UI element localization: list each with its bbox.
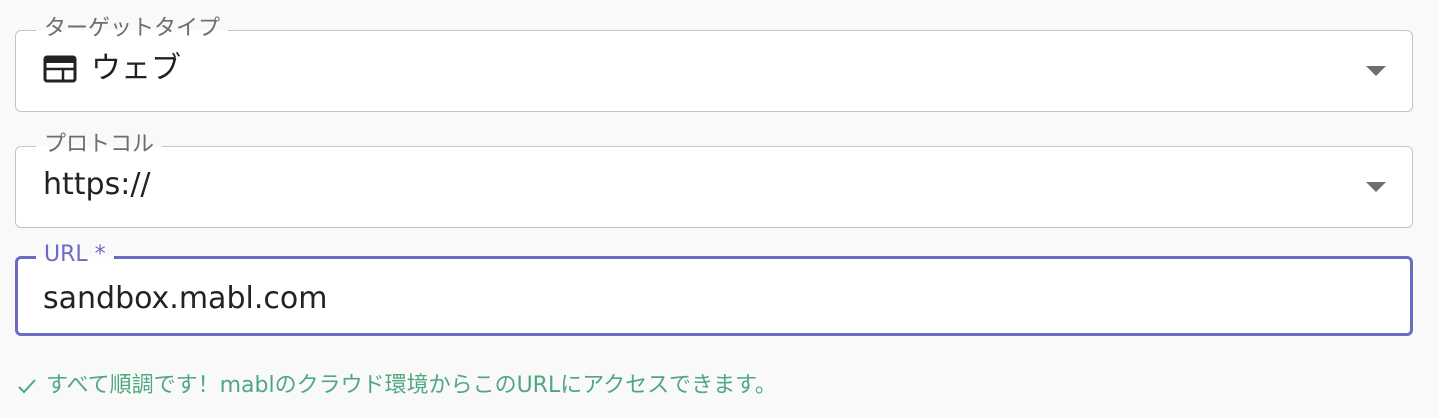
url-status-text: すべて順調です！mablのクラウド環境からこのURLにアクセスできます。: [46, 373, 777, 398]
check-icon: [18, 379, 36, 394]
dropdown-arrow-icon[interactable]: [1366, 66, 1386, 76]
target-type-value-container: ウェブ: [43, 49, 181, 89]
url-value[interactable]: sandbox.mabl.com: [43, 279, 327, 319]
protocol-select[interactable]: プロトコル https://: [15, 131, 1413, 228]
url-status-message: すべて順調です！mablのクラウド環境からこのURLにアクセスできます。: [16, 370, 777, 402]
web-icon: [43, 55, 77, 83]
protocol-value: https://: [43, 167, 151, 202]
url-input[interactable]: URL * sandbox.mabl.com: [15, 241, 1413, 336]
url-label: URL *: [36, 241, 114, 269]
protocol-label: プロトコル: [36, 131, 163, 159]
protocol-value-container: https://: [43, 165, 151, 205]
target-type-label: ターゲットタイプ: [36, 15, 229, 43]
target-type-select[interactable]: ターゲットタイプ ウェブ: [15, 15, 1413, 112]
url-value-container: sandbox.mabl.com: [43, 279, 327, 319]
dropdown-arrow-icon[interactable]: [1366, 182, 1386, 192]
target-type-value: ウェブ: [91, 51, 181, 86]
